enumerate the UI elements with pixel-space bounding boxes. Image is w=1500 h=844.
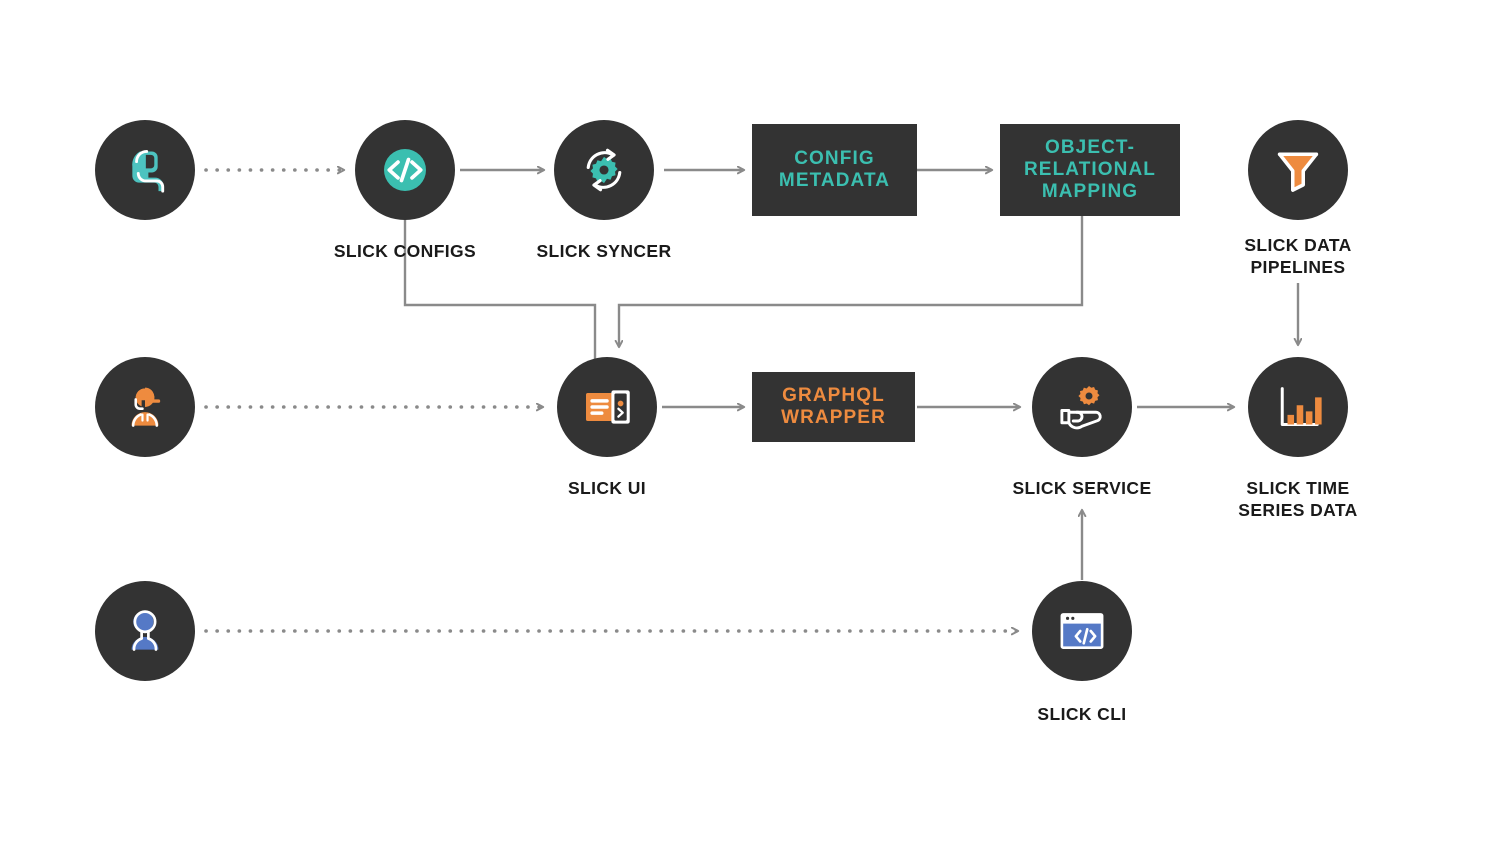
slick-cli[interactable] [1032,581,1132,681]
slick-syncer[interactable] [554,120,654,220]
ui-panel-icon [586,390,630,424]
person-blue-icon [131,610,159,651]
slick-cli-label: SLICK CLI [1037,704,1127,724]
persona-teal[interactable] [95,120,195,220]
config-metadata-label: CONFIG METADATA [778,147,891,191]
config-metadata[interactable]: CONFIG METADATA [752,124,917,216]
slick-syncer-label: SLICK SYNCER [536,241,672,261]
slick-service[interactable] [1032,357,1132,457]
slick-time-series-data[interactable] [1248,357,1348,457]
sync-gear-icon [586,148,622,192]
bar-chart-icon [1280,387,1322,426]
edge-object-relational-mapping-to-slick-ui [619,211,1084,347]
graphql-wrapper[interactable]: GRAPHQL WRAPPER [752,372,915,442]
slick-data-pipelines[interactable] [1248,120,1348,220]
slick-ui[interactable] [557,357,657,457]
object-relational-mapping-label: OBJECT- RELATIONAL MAPPING [1023,136,1157,203]
slick-time-series-data-label: SLICK TIME SERIES DATA [1238,478,1358,521]
slick-service-label: SLICK SERVICE [1012,478,1152,498]
persona-blue[interactable] [95,581,195,681]
person-teal-icon [132,150,165,193]
slick-ui-label: SLICK UI [567,478,647,498]
slick-data-pipelines-label: SLICK DATA PIPELINES [1244,235,1352,278]
persona-orange[interactable] [95,357,195,457]
funnel-icon [1277,152,1319,192]
code-brackets-icon [384,149,426,191]
terminal-window-icon [1060,613,1104,649]
person-orange-icon [131,387,161,427]
diagram-canvas: SLICK CONFIGS SLICK SYNCER CONFIG METADA… [0,0,1500,844]
hand-gear-icon [1060,386,1102,430]
graphql-wrapper-label: GRAPHQL WRAPPER [781,384,886,428]
slick-configs[interactable] [355,120,455,220]
object-relational-mapping[interactable]: OBJECT- RELATIONAL MAPPING [1000,124,1180,216]
